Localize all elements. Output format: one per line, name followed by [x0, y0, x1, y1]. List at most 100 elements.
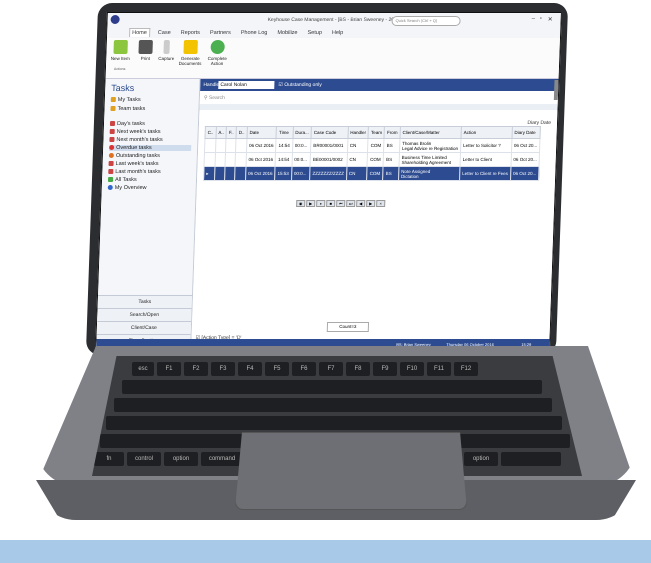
- sidebar: Tasks My Tasks Team tasks Day's tasks Ne…: [96, 79, 201, 349]
- key-control: control: [127, 452, 161, 466]
- col-from[interactable]: From: [384, 126, 401, 139]
- sidebar-item-outstanding[interactable]: Outstanding tasks: [108, 153, 160, 159]
- row-time: 15:53: [274, 166, 292, 181]
- rewind-icon[interactable]: ⏮: [336, 200, 346, 207]
- key-fn: fn: [94, 452, 124, 466]
- forward-icon[interactable]: ⏭: [346, 200, 356, 207]
- menu-phone-log[interactable]: Phone Log: [239, 29, 270, 37]
- quick-search-input[interactable]: Quick Search (Ctrl + Q): [391, 16, 461, 26]
- key-row-2: [122, 380, 542, 394]
- nav-client-case-button[interactable]: Client/Case: [96, 321, 192, 334]
- row-case-code: BE00001/0002: [310, 152, 348, 167]
- sidebar-item-team-tasks[interactable]: Team tasks: [110, 106, 145, 112]
- actions-group-label: Actions: [113, 67, 126, 71]
- table-row[interactable]: 06 Oct 2016 14:54 00:0... BR00001/0001 C…: [204, 138, 540, 153]
- team-icon: [110, 106, 116, 112]
- menu-help[interactable]: Help: [330, 29, 346, 37]
- menu-home[interactable]: Home: [129, 28, 151, 37]
- sidebar-item-last-month[interactable]: Last month's tasks: [108, 169, 161, 175]
- handler-bar: Handler Carol Nolan ☑ Outstanding only: [200, 79, 559, 91]
- col-handler[interactable]: Handler: [347, 126, 369, 139]
- print-button[interactable]: Print: [136, 40, 155, 61]
- stop-icon[interactable]: ■: [326, 200, 336, 207]
- row-from: BS: [383, 152, 400, 167]
- key-f4: F4: [238, 362, 262, 376]
- new-item-icon: [113, 40, 128, 54]
- row-date: 06 Oct 2016: [245, 152, 276, 167]
- outstanding-only-checkbox[interactable]: ☑ Outstanding only: [278, 82, 322, 88]
- complete-label: Complete Action: [207, 56, 227, 66]
- nav-tasks-button[interactable]: Tasks: [97, 295, 193, 308]
- col-time[interactable]: Time: [276, 126, 294, 139]
- table-header-row: C.. A.. F.. D.. Date Time Dura... Case C…: [204, 126, 541, 139]
- col-f[interactable]: F..: [226, 126, 237, 139]
- menu-setup[interactable]: Setup: [305, 29, 324, 37]
- col-a[interactable]: A..: [215, 126, 227, 139]
- app-logo-icon[interactable]: [110, 15, 120, 24]
- generate-label: Generate Documents: [178, 56, 202, 66]
- key-f7: F7: [319, 362, 343, 376]
- col-duration[interactable]: Dura...: [292, 126, 312, 139]
- sidebar-item-my-tasks[interactable]: My Tasks: [110, 97, 141, 103]
- col-action[interactable]: Action: [460, 126, 513, 139]
- col-client[interactable]: Client/Case/Matter: [399, 126, 462, 139]
- menu-mobilize[interactable]: Mobilize: [275, 29, 299, 37]
- close-player-icon[interactable]: ×: [376, 200, 386, 207]
- row-date: 06 Oct 2016: [246, 138, 277, 153]
- play-icon[interactable]: ▶: [306, 200, 316, 207]
- col-case-code[interactable]: Case Code: [311, 126, 349, 139]
- key-f8: F8: [346, 362, 370, 376]
- key-row-3: [114, 398, 552, 412]
- user-icon: [110, 97, 116, 103]
- row-time: 14:54: [275, 152, 293, 167]
- row-diary: 06 Oct 20...: [510, 166, 540, 181]
- menu-case[interactable]: Case: [156, 29, 173, 37]
- row-handler: CN: [347, 138, 369, 153]
- menu-bar: Home Case Reports Partners Phone Log Mob…: [106, 27, 561, 38]
- col-date[interactable]: Date: [246, 126, 277, 139]
- key-command-left: command: [201, 452, 243, 466]
- minimize-icon[interactable]: –: [532, 16, 536, 22]
- row-case-code: ZZZZZZZ/ZZZZ: [309, 166, 347, 181]
- next-icon[interactable]: ▶: [366, 200, 376, 207]
- sidebar-item-next-week[interactable]: Next week's tasks: [109, 129, 161, 135]
- record-icon[interactable]: ◉: [296, 200, 306, 207]
- complete-action-button[interactable]: Complete Action: [204, 40, 231, 66]
- menu-partners[interactable]: Partners: [208, 29, 233, 37]
- col-diary-date[interactable]: Diary Date: [511, 126, 541, 139]
- key-f3: F3: [211, 362, 235, 376]
- task-search-input[interactable]: ⚲ Search: [204, 95, 225, 101]
- vertical-scrollbar[interactable]: [553, 80, 559, 100]
- table-row-selected[interactable]: ▸ 06 Oct 2016 15:53 00:0... ZZZZZZZ/ZZZZ…: [203, 166, 540, 181]
- row-from: BS: [383, 138, 400, 153]
- row-time: 14:54: [275, 138, 293, 153]
- sidebar-item-last-week[interactable]: Last week's tasks: [108, 161, 159, 167]
- key-f11: F11: [427, 362, 451, 376]
- generate-documents-button[interactable]: Generate Documents: [178, 40, 203, 66]
- menu-reports[interactable]: Reports: [179, 29, 203, 37]
- row-from: BS: [382, 166, 399, 181]
- sidebar-item-all-tasks[interactable]: All Tasks: [107, 177, 137, 183]
- maximize-icon[interactable]: ▫: [540, 16, 542, 22]
- pause-icon[interactable]: ⏸: [316, 200, 326, 207]
- table-row[interactable]: 06 Oct 2016 14:54 00:0... BE00001/0002 C…: [204, 152, 540, 167]
- number-key-row: [122, 380, 542, 394]
- new-item-button[interactable]: New Item Actions: [109, 40, 132, 71]
- print-label: Print: [140, 56, 150, 61]
- col-team[interactable]: Team: [368, 126, 385, 139]
- capture-label: Capture: [158, 56, 175, 61]
- sidebar-item-overdue[interactable]: Overdue tasks: [109, 145, 192, 151]
- sidebar-item-my-overview[interactable]: My Overview: [107, 185, 147, 191]
- background-band: [0, 540, 651, 563]
- col-d[interactable]: D..: [236, 126, 248, 139]
- capture-button[interactable]: Capture: [156, 40, 177, 61]
- row-count: Count=3: [326, 322, 370, 332]
- close-icon[interactable]: ✕: [548, 16, 553, 23]
- handler-select[interactable]: Carol Nolan: [218, 81, 275, 89]
- nav-search-open-button[interactable]: Search/Open: [97, 308, 192, 321]
- sidebar-item-next-month[interactable]: Next month's tasks: [109, 137, 163, 143]
- prev-icon[interactable]: ◀: [356, 200, 366, 207]
- col-c[interactable]: C..: [204, 126, 217, 139]
- sidebar-item-days-tasks[interactable]: Day's tasks: [109, 121, 145, 127]
- row-indicator: ▸: [203, 166, 215, 181]
